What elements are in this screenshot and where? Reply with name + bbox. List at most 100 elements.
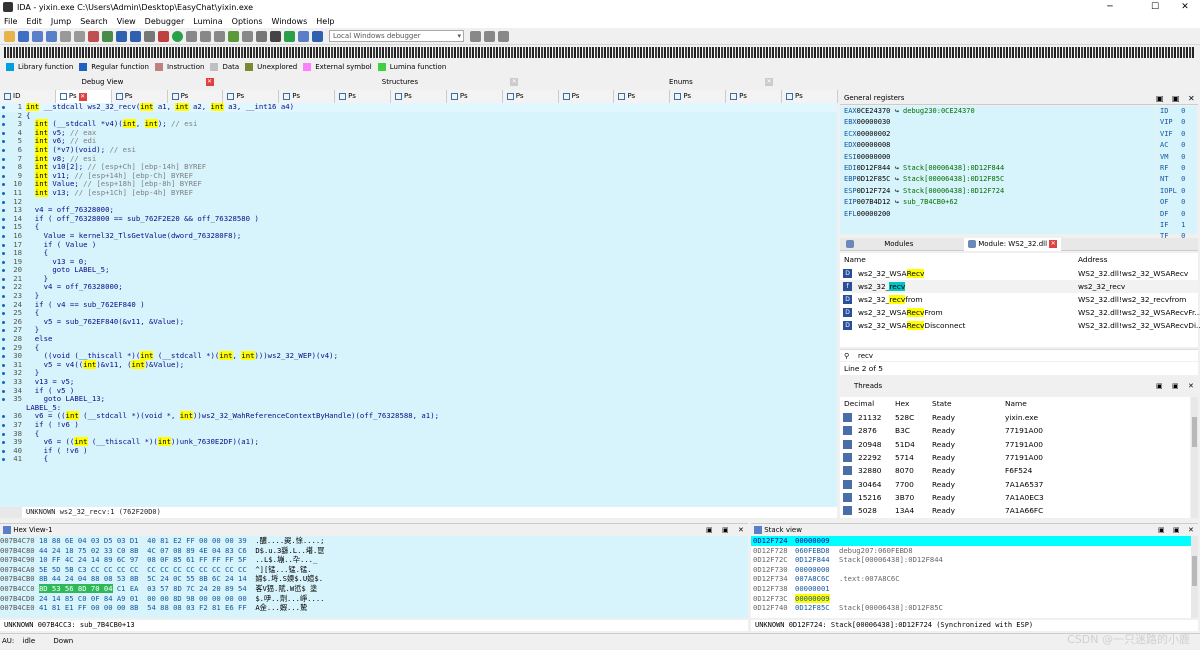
flag-row[interactable]: AC 0 — [1157, 140, 1197, 151]
step-into-icon[interactable] — [484, 30, 495, 42]
link-arrow-icon[interactable]: ↪ — [890, 107, 903, 115]
register-row[interactable]: EBP0D12F85C ↪ Stack[00006438]:0D12F85C — [840, 174, 1156, 185]
register-row[interactable]: EDX00000008 — [840, 140, 1156, 151]
menu-lumina[interactable]: Lumina — [193, 17, 222, 26]
tab-pseudocode[interactable]: Ps — [614, 90, 671, 103]
column-header[interactable]: State — [932, 397, 952, 410]
jump-down-icon[interactable] — [116, 30, 127, 42]
back-arrow-icon[interactable] — [32, 30, 43, 42]
patch-icon[interactable] — [256, 30, 267, 42]
close-icon[interactable]: ✕ — [738, 524, 744, 536]
stack-row[interactable]: 0D12F72C 0D12F844 Stack[00006438]:0D12F844 — [751, 555, 1191, 565]
stop-icon[interactable] — [312, 30, 323, 42]
hex-dump[interactable]: 007B4C70 18 88 6E 04 03 D5 03 D1 40 81 E… — [0, 536, 748, 618]
register-row[interactable]: EIP007B4D12 ↪ sub_7B4CB0+62 — [840, 197, 1156, 208]
code-line[interactable]: 39 v6 = ((int (__thiscall *)(int))unk_76… — [0, 437, 837, 447]
stack-row[interactable]: 0D12F734 007A8C6C .text:007A8C6C — [751, 574, 1191, 584]
tab-pseudocode[interactable]: Ps — [223, 90, 280, 103]
tab-module-ws2-32[interactable]: Module: WS2_32.dll ✕ — [964, 238, 1062, 251]
float-icon[interactable]: ▣ — [706, 524, 713, 536]
module-row[interactable]: Dws2_32_WSARecvFrom WS2_32.dll!ws2_32_WSA… — [840, 306, 1200, 319]
close-icon[interactable]: ✕ — [205, 78, 214, 86]
hex-row[interactable]: 007B4CE0 41 81 E1 FF 00 00 00 8B 54 88 0… — [0, 603, 748, 613]
code-line[interactable]: 37 if ( !v6 ) — [0, 420, 837, 430]
hex-row[interactable]: 007B4C70 18 88 6E 04 03 D5 03 D1 40 81 E… — [0, 536, 748, 546]
register-row[interactable]: EFL00000200 — [840, 209, 1156, 220]
selected-bytes[interactable]: 8D 53 56 8D 70 04 — [38, 583, 113, 593]
menu-file[interactable]: File — [4, 17, 17, 26]
register-xref[interactable]: Stack[00006438]:0D12F724 — [903, 187, 1004, 195]
function-icon[interactable] — [228, 30, 239, 42]
stack-list[interactable]: 0D12F724 00000009 0D12F728 060FEBD8 debug207… — [751, 536, 1191, 618]
cancel-icon[interactable] — [270, 30, 281, 42]
code-line[interactable]: 3 int (__stdcall *v4)(int, int); // esi — [0, 119, 837, 129]
code-line[interactable]: 20 goto LABEL_5; — [0, 266, 837, 275]
flag-row[interactable]: NT 0 — [1157, 174, 1197, 185]
column-header-address[interactable]: Address — [1078, 253, 1107, 266]
menu-debugger[interactable]: Debugger — [145, 17, 185, 26]
tab-debug-view[interactable]: Debug View ✕ — [0, 76, 295, 88]
tab-enums[interactable]: Enums ✕ — [606, 76, 836, 88]
minimize-button[interactable]: ─ — [1095, 0, 1125, 14]
pin-icon[interactable]: ▣ — [722, 524, 729, 536]
lumina-icon[interactable] — [172, 30, 183, 42]
thread-row[interactable]: 15216 3B70 Ready 7A1A0EC3 — [840, 491, 1190, 504]
column-header[interactable]: Hex — [895, 397, 909, 410]
register-row[interactable]: ESI00000000 — [840, 152, 1156, 163]
code-line[interactable]: 19 v13 = 0; — [0, 257, 837, 267]
menu-edit[interactable]: Edit — [26, 17, 42, 26]
float-icon[interactable]: ▣ — [1156, 92, 1164, 105]
link-arrow-icon[interactable]: ↪ — [890, 198, 903, 206]
code-line[interactable]: 26 v5 = sub_762EF840(&v11, &Value); — [0, 317, 837, 327]
flag-row[interactable]: VM 0 — [1157, 152, 1197, 163]
register-xref[interactable]: sub_7B4CB0+62 — [903, 198, 958, 206]
column-header-name[interactable]: Name — [844, 253, 866, 266]
thread-row[interactable]: 2876 B3C Ready 77191A00 — [840, 424, 1190, 437]
module-row[interactable]: Dws2_32_WSARecv WS2_32.dll!ws2_32_WSARecv — [840, 267, 1198, 280]
navigation-strip[interactable] — [4, 46, 1194, 58]
hex-row[interactable]: 007B4CB0 8B 44 24 04 88 08 53 8B 5C 24 0… — [0, 574, 748, 584]
hex-row[interactable]: 007B4CD0 24 14 85 C0 0F 84 A9 01 00 00 8… — [0, 594, 748, 604]
flag-row[interactable]: VIP 0 — [1157, 117, 1197, 128]
pin-icon[interactable]: ▣ — [1172, 380, 1179, 393]
copy-icon[interactable] — [60, 30, 71, 42]
thread-row[interactable]: 5028 13A4 Ready 7A1A66FC — [840, 504, 1190, 517]
code-line[interactable]: 1 int __stdcall ws2_32_recv(int a1, int a… — [0, 103, 837, 112]
code-line[interactable]: 12 — [0, 197, 837, 207]
binary-search-icon[interactable] — [88, 30, 99, 42]
forward-arrow-icon[interactable] — [46, 30, 57, 42]
graph-icon[interactable] — [186, 30, 197, 42]
close-icon[interactable]: ✕ — [1188, 92, 1195, 105]
tab-pseudocode[interactable]: ID — [0, 90, 56, 103]
start-debug-icon[interactable] — [284, 30, 295, 42]
tab-pseudocode[interactable]: Ps — [558, 90, 615, 103]
float-icon[interactable]: ▣ — [1156, 380, 1163, 393]
text-search-icon[interactable] — [102, 30, 113, 42]
tab-pseudocode[interactable]: Ps — [167, 90, 224, 103]
close-icon[interactable]: ✕ — [1049, 240, 1058, 248]
tab-structures[interactable]: Structures ✕ — [300, 76, 600, 88]
pseudocode-view[interactable]: 1 int __stdcall ws2_32_recv(int a1, int a… — [0, 103, 837, 507]
menu-options[interactable]: Options — [232, 17, 263, 26]
code-line[interactable]: 21 } — [0, 274, 837, 284]
menu-search[interactable]: Search — [80, 17, 107, 26]
menu-jump[interactable]: Jump — [51, 17, 71, 26]
code-line[interactable]: 22 v4 = off_76328000; — [0, 283, 837, 292]
stack-row[interactable]: 0D12F728 060FEBD8 debug207:060FEBD8 — [751, 546, 1191, 556]
menu-windows[interactable]: Windows — [272, 17, 308, 26]
flag-row[interactable]: IF 1 — [1157, 220, 1197, 231]
code-line[interactable]: 28 else — [0, 334, 837, 344]
paste-icon[interactable] — [74, 30, 85, 42]
thread-row[interactable]: 21132 528C Ready yixin.exe — [840, 411, 1190, 424]
settings-icon[interactable] — [242, 30, 253, 42]
register-row[interactable]: ECX00000002 — [840, 129, 1156, 140]
code-line[interactable]: 36 v6 = ((int (__stdcall *)(void *, int)… — [0, 411, 837, 421]
module-row[interactable]: Dws2_32_WSARecvDisconnect WS2_32.dll!ws2_… — [840, 319, 1200, 332]
code-line[interactable]: 4 int v5; // eax — [0, 127, 837, 138]
tab-pseudocode[interactable]: Ps — [279, 90, 336, 103]
column-header[interactable]: Decimal — [844, 397, 874, 410]
register-row[interactable]: EBX00000030 — [840, 117, 1156, 128]
horizontal-scrollbar[interactable] — [0, 507, 22, 518]
code-line[interactable]: 31 v5 = v4((int)&v11, (int)&Value); — [0, 359, 837, 370]
stack-row[interactable]: 0D12F730 00000000 — [751, 565, 1191, 575]
